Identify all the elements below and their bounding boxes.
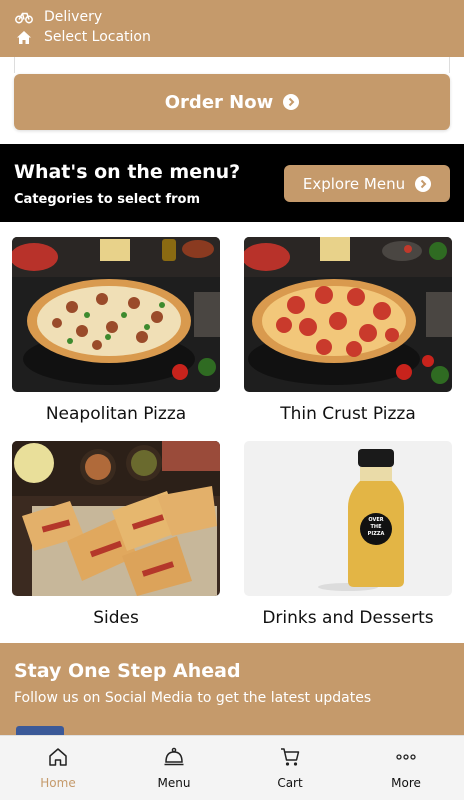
cloche-icon [163, 746, 185, 768]
home-location-icon [14, 29, 34, 45]
nav-home-label: Home [40, 776, 76, 790]
category-label[interactable]: Neapolitan Pizza [12, 404, 220, 424]
nav-menu-label: Menu [157, 776, 191, 790]
location-panel-edge [14, 57, 450, 73]
nav-home[interactable]: Home [0, 736, 116, 800]
nav-cart[interactable]: Cart [232, 736, 348, 800]
top-bar: Delivery Select Location [0, 0, 464, 57]
bottle-label-line3: PIZZA [367, 531, 385, 537]
arrow-circle-icon [415, 175, 432, 192]
more-dots-icon [395, 746, 417, 768]
social-banner: Stay One Step Ahead Follow us on Social … [0, 643, 464, 735]
social-title: Stay One Step Ahead [14, 660, 241, 682]
category-image-thin-crust-pizza[interactable] [244, 237, 452, 392]
bottle-label-line1: OVER [368, 517, 384, 523]
menu-title: What's on the menu? [14, 161, 241, 183]
nav-cart-label: Cart [277, 776, 303, 790]
delivery-label: Delivery [44, 9, 103, 25]
home-icon [47, 746, 69, 768]
explore-menu-button[interactable]: Explore Menu [284, 165, 450, 202]
bicycle-icon [14, 9, 34, 25]
location-row[interactable]: Select Location [14, 29, 151, 45]
category-label[interactable]: Drinks and Desserts [244, 608, 452, 628]
bottle-label-line2: THE [370, 524, 382, 530]
location-label: Select Location [44, 29, 151, 45]
nav-more[interactable]: More [348, 736, 464, 800]
nav-more-label: More [391, 776, 421, 790]
cart-icon [279, 746, 301, 768]
menu-subtitle: Categories to select from [14, 192, 201, 207]
facebook-icon[interactable] [16, 726, 64, 735]
nav-menu[interactable]: Menu [116, 736, 232, 800]
category-label[interactable]: Thin Crust Pizza [244, 404, 452, 424]
explore-menu-label: Explore Menu [302, 174, 406, 193]
arrow-circle-icon [283, 94, 300, 110]
category-image-sides[interactable] [12, 441, 220, 596]
category-label[interactable]: Sides [12, 608, 220, 628]
order-now-button[interactable]: Order Now [14, 74, 450, 130]
order-now-label: Order Now [164, 91, 274, 113]
delivery-row[interactable]: Delivery [14, 9, 102, 25]
social-subtitle: Follow us on Social Media to get the lat… [14, 690, 372, 706]
bottom-navigation: Home Menu Cart More [0, 735, 464, 800]
category-image-neapolitan-pizza[interactable] [12, 237, 220, 392]
category-image-drinks-desserts[interactable]: OVER THE PIZZA [244, 441, 452, 596]
